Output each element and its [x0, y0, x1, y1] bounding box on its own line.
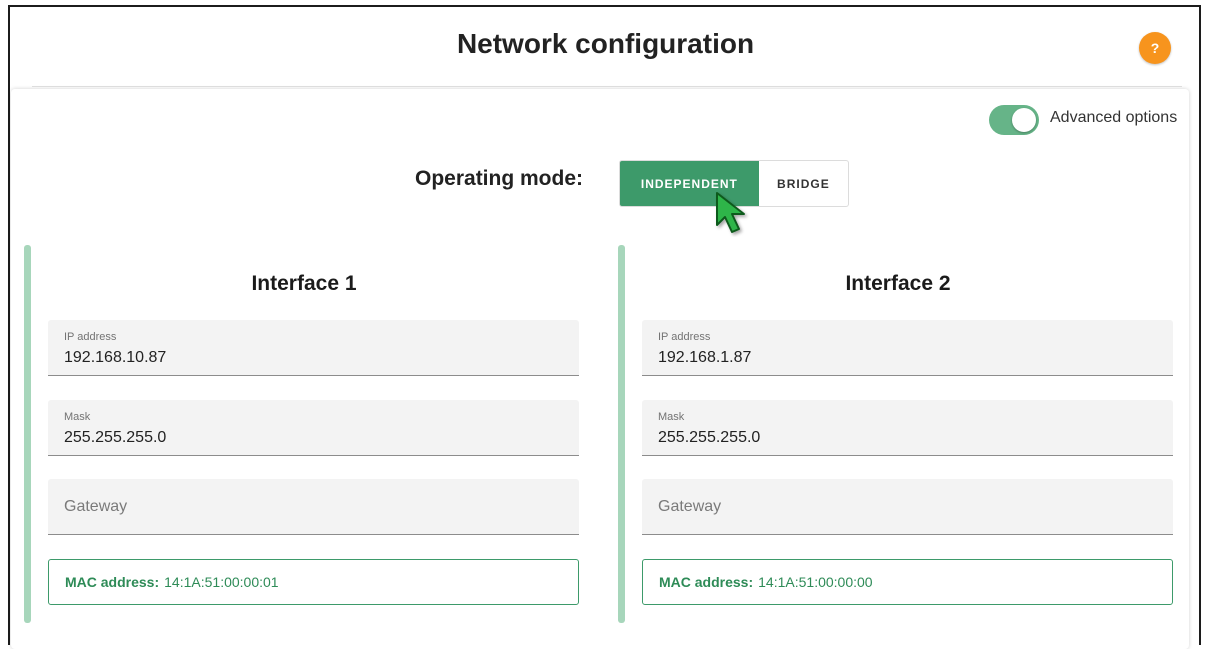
question-icon: ?: [1150, 40, 1160, 56]
ip-address-field[interactable]: IP address 192.168.1.87: [642, 320, 1173, 376]
mac-address-value: 14:1A:51:00:00:01: [164, 574, 279, 590]
arrow-cursor-icon: [716, 192, 745, 233]
mask-value[interactable]: 255.255.255.0: [658, 429, 760, 447]
interface-title: Interface 1: [251, 272, 357, 295]
header-divider: [32, 86, 1182, 87]
mask-field[interactable]: Mask 255.255.255.0: [48, 400, 579, 456]
mode-bridge-button[interactable]: BRIDGE: [759, 161, 848, 206]
mask-label: Mask: [64, 411, 91, 423]
gateway-field[interactable]: Gateway: [48, 479, 579, 535]
interface-accent-bar: [618, 245, 625, 623]
ip-address-value[interactable]: 192.168.10.87: [64, 349, 166, 367]
page-title: Network configuration: [456, 28, 755, 59]
interface-2-panel: Interface 2 IP address 192.168.1.87 Mask…: [618, 245, 1178, 625]
ip-address-label: IP address: [658, 331, 711, 343]
operating-mode-label: Operating mode:: [415, 167, 584, 190]
mac-address-label: MAC address:: [659, 574, 754, 590]
mask-value[interactable]: 255.255.255.0: [64, 429, 166, 447]
gateway-field[interactable]: Gateway: [642, 479, 1173, 535]
advanced-options-toggle[interactable]: [989, 105, 1039, 135]
interface-title: Interface 2: [845, 272, 951, 295]
gateway-placeholder[interactable]: Gateway: [64, 498, 127, 516]
mask-field[interactable]: Mask 255.255.255.0: [642, 400, 1173, 456]
help-button[interactable]: ?: [1139, 32, 1171, 64]
interface-accent-bar: [24, 245, 31, 623]
mask-label: Mask: [658, 411, 685, 423]
ip-address-label: IP address: [64, 331, 117, 343]
ip-address-value[interactable]: 192.168.1.87: [658, 349, 751, 367]
toggle-knob[interactable]: [1012, 108, 1036, 132]
ip-address-field[interactable]: IP address 192.168.10.87: [48, 320, 579, 376]
gateway-placeholder[interactable]: Gateway: [658, 498, 721, 516]
mac-address-value: 14:1A:51:00:00:00: [758, 574, 873, 590]
advanced-options-label: Advanced options: [1050, 109, 1178, 126]
mac-address-box: MAC address: 14:1A:51:00:00:00: [642, 559, 1173, 605]
mac-address-label: MAC address:: [65, 574, 160, 590]
interface-1-panel: Interface 1 IP address 192.168.10.87 Mas…: [24, 245, 584, 625]
mac-address-box: MAC address: 14:1A:51:00:00:01: [48, 559, 579, 605]
